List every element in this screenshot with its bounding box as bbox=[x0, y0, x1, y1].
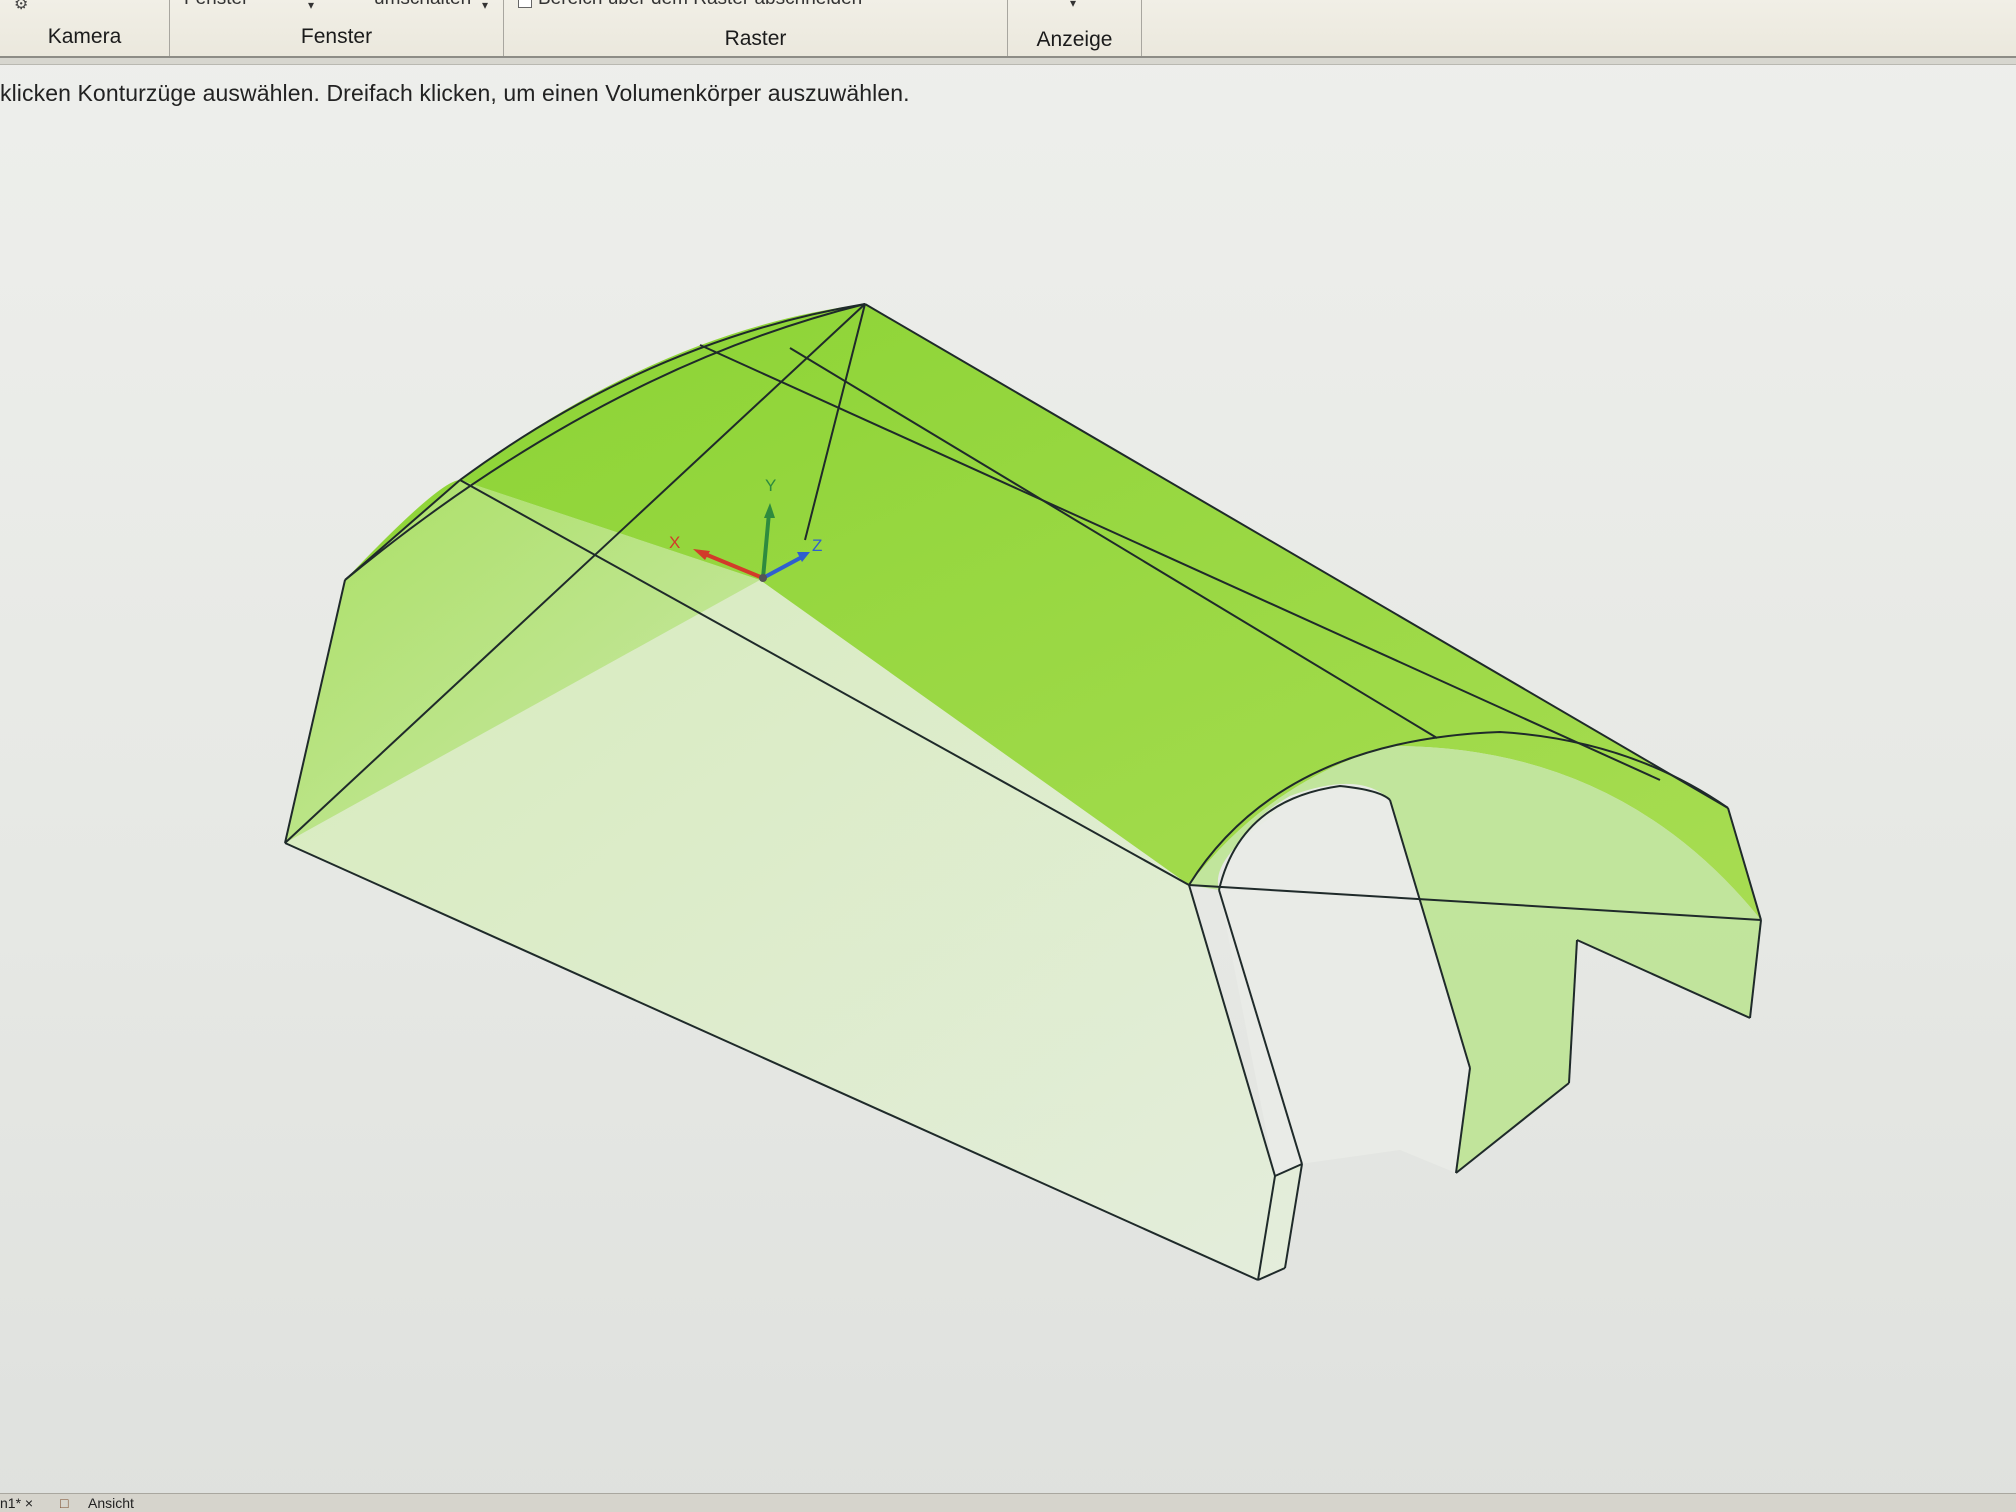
document-tab[interactable]: n1* × bbox=[0, 1495, 50, 1512]
raster-clip-checkbox[interactable] bbox=[518, 0, 532, 8]
dropdown-arrow-icon[interactable]: ▾ bbox=[1070, 0, 1076, 10]
cad-application-window: ⚙ Kamera Fenster ▾ umschalten ▾ Fenster … bbox=[0, 0, 2016, 1512]
fenster-button[interactable]: Fenster bbox=[184, 0, 248, 10]
ribbon-group-anzeige: ▾ Anzeige bbox=[1008, 0, 1142, 56]
3d-viewport[interactable]: X Y Z bbox=[0, 64, 2016, 1494]
document-tab-secondary[interactable]: Ansicht bbox=[88, 1495, 208, 1512]
umschalten-button[interactable]: umschalten bbox=[374, 0, 471, 10]
ribbon-group-raster: Bereich über dem Raster abschneiden Rast… bbox=[504, 0, 1008, 56]
document-tab-bar: n1* × □ Ansicht bbox=[0, 1493, 2016, 1512]
axes-origin bbox=[759, 574, 767, 582]
x-axis-label: X bbox=[669, 533, 680, 552]
y-axis-label: Y bbox=[765, 476, 776, 495]
z-axis-label: Z bbox=[812, 536, 822, 555]
ribbon-group-label-raster: Raster bbox=[724, 27, 787, 50]
ribbon-group-label-anzeige: Anzeige bbox=[1036, 28, 1113, 51]
ribbon-group-label-fenster: Fenster bbox=[300, 25, 373, 48]
ribbon-group-label-kamera: Kamera bbox=[47, 25, 122, 48]
ribbon-group-kamera: Kamera bbox=[0, 0, 170, 56]
raster-clip-label: Bereich über dem Raster abschneiden bbox=[538, 0, 862, 10]
document-icon: □ bbox=[60, 1495, 69, 1511]
dropdown-arrow-icon[interactable]: ▾ bbox=[482, 0, 488, 12]
ribbon-toolbar: ⚙ Kamera Fenster ▾ umschalten ▾ Fenster … bbox=[0, 0, 2016, 58]
ribbon-group-fenster: Fenster ▾ umschalten ▾ Fenster bbox=[170, 0, 504, 56]
command-prompt: klicken Konturzüge auswählen. Dreifach k… bbox=[0, 80, 910, 106]
dropdown-arrow-icon[interactable]: ▾ bbox=[308, 0, 314, 12]
model-drawing: X Y Z bbox=[284, 303, 1762, 1281]
